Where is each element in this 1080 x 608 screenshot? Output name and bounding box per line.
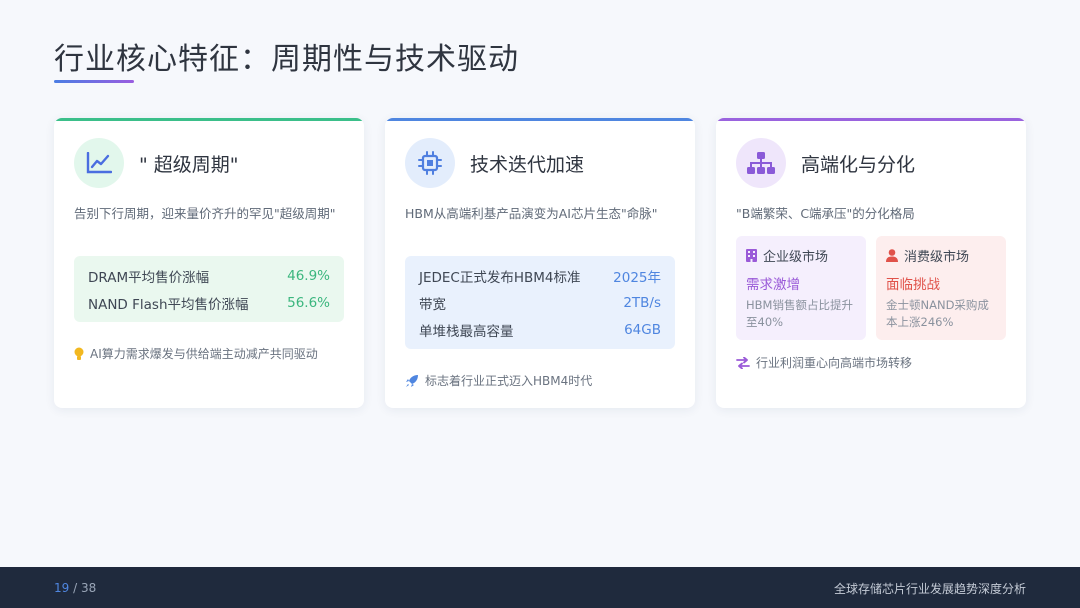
stat-row: JEDEC正式发布HBM4标准 2025年	[419, 262, 661, 289]
stat-label: DRAM平均售价涨幅	[88, 269, 210, 286]
market-label: 消费级市场	[904, 250, 970, 265]
hierarchy-icon	[736, 138, 786, 188]
card-footnote: AI算力需求爆发与供给端主动减产共同驱动	[74, 345, 318, 362]
exchange-icon	[736, 356, 750, 369]
card-accent-line	[385, 118, 695, 121]
line-chart-icon	[74, 138, 124, 188]
footnote-text: AI算力需求爆发与供给端主动减产共同驱动	[90, 347, 318, 361]
current-page: 19	[54, 581, 70, 595]
card-description: 告别下行周期，迎来量价齐升的罕见"超级周期"	[74, 206, 336, 221]
stat-value: 46.9%	[287, 267, 330, 284]
stats-box: JEDEC正式发布HBM4标准 2025年 带宽 2TB/s 单堆栈最高容量 6…	[405, 256, 675, 349]
stat-row: 带宽 2TB/s	[419, 289, 661, 316]
card-title: 高端化与分化	[801, 154, 916, 176]
footer-bar: 19 / 38 全球存储芯片行业发展趋势深度分析	[0, 567, 1080, 608]
card-description: "B端繁荣、C端承压"的分化格局	[736, 206, 915, 221]
stat-value: 56.6%	[287, 294, 330, 311]
market-detail: 金士顿NAND采购成本上涨246%	[886, 298, 989, 329]
building-icon	[746, 249, 757, 262]
card-footnote: 行业利润重心向高端市场转移	[736, 354, 912, 371]
market-headline: 需求激增	[746, 277, 800, 293]
card-accent-line	[54, 118, 364, 121]
stat-value: 64GB	[624, 321, 661, 338]
enterprise-market-box: 企业级市场 需求激增 HBM销售额占比提升至40%	[736, 236, 866, 340]
stat-label: JEDEC正式发布HBM4标准	[419, 269, 581, 286]
page-indicator: 19 / 38	[54, 581, 96, 595]
card-super-cycle: " 超级周期" 告别下行周期，迎来量价齐升的罕见"超级周期" DRAM平均售价涨…	[54, 118, 364, 408]
market-headline: 面临挑战	[886, 277, 940, 293]
footnote-text: 行业利润重心向高端市场转移	[756, 356, 913, 370]
market-label: 企业级市场	[763, 250, 829, 265]
stat-row: 单堆栈最高容量 64GB	[419, 316, 661, 343]
sub-header: 消费级市场	[886, 246, 996, 265]
lightbulb-icon	[74, 347, 84, 360]
user-icon	[886, 249, 898, 262]
card-title: " 超级周期"	[139, 154, 239, 176]
sub-header: 企业级市场	[746, 246, 856, 265]
stat-label: NAND Flash平均售价涨幅	[88, 296, 249, 313]
consumer-market-box: 消费级市场 面临挑战 金士顿NAND采购成本上涨246%	[876, 236, 1006, 340]
card-footnote: 标志着行业正式迈入HBM4时代	[405, 372, 592, 389]
title-underline	[54, 80, 134, 83]
deck-title: 全球存储芯片行业发展趋势深度分析	[833, 582, 1026, 596]
rocket-icon	[406, 374, 418, 387]
stat-row: DRAM平均售价涨幅 46.9%	[88, 262, 330, 289]
stat-label: 带宽	[419, 296, 446, 313]
stat-value: 2TB/s	[623, 294, 661, 311]
stats-box: DRAM平均售价涨幅 46.9% NAND Flash平均售价涨幅 56.6%	[74, 256, 344, 322]
footnote-text: 标志着行业正式迈入HBM4时代	[425, 374, 593, 388]
stat-label: 单堆栈最高容量	[419, 323, 514, 340]
total-pages: / 38	[73, 581, 97, 595]
card-title: 技术迭代加速	[470, 154, 585, 176]
market-detail: HBM销售额占比提升至40%	[746, 298, 853, 329]
stat-value: 2025年	[613, 269, 661, 286]
card-description: HBM从高端利基产品演变为AI芯片生态"命脉"	[405, 206, 658, 221]
card-accent-line	[716, 118, 1026, 121]
card-tech-iteration: 技术迭代加速 HBM从高端利基产品演变为AI芯片生态"命脉" JEDEC正式发布…	[385, 118, 695, 408]
stat-row: NAND Flash平均售价涨幅 56.6%	[88, 289, 330, 316]
page-title: 行业核心特征：周期性与技术驱动	[54, 42, 519, 77]
card-polarization: 高端化与分化 "B端繁荣、C端承压"的分化格局 企业级市场 需求激增 HBM销售…	[716, 118, 1026, 408]
chip-icon	[405, 138, 455, 188]
